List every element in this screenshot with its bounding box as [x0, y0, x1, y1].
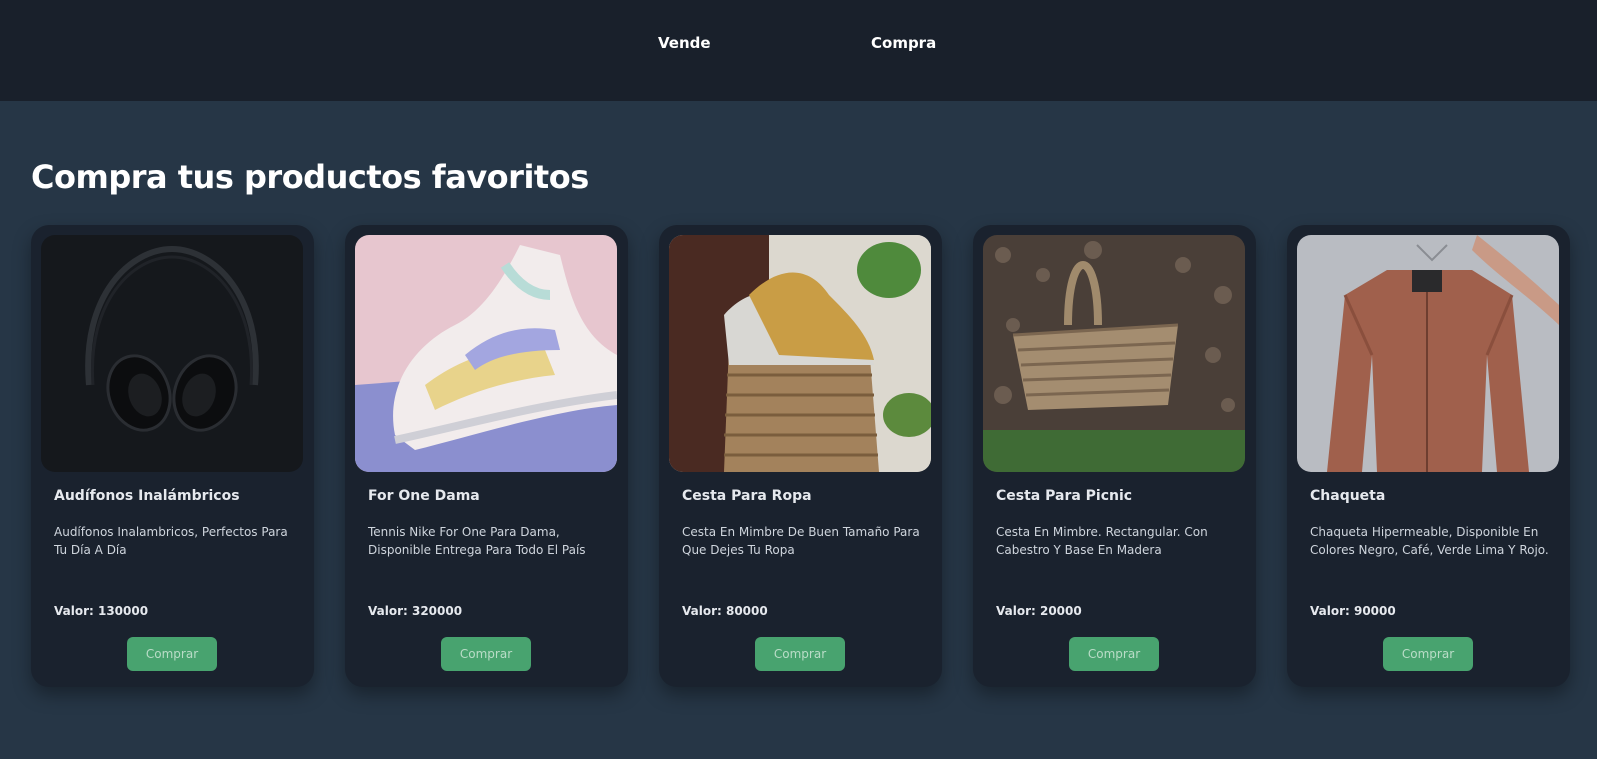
product-price: Valor: 80000: [682, 604, 768, 618]
product-card: Cesta Para Ropa Cesta En Mimbre De Buen …: [659, 225, 942, 687]
jacket-photo: [1297, 235, 1559, 472]
buy-button[interactable]: Comprar: [1383, 637, 1473, 671]
product-card: For One Dama Tennis Nike For One Para Da…: [345, 225, 628, 687]
buy-button[interactable]: Comprar: [441, 637, 531, 671]
product-card: Chaqueta Chaqueta Hipermeable, Disponibl…: [1287, 225, 1570, 687]
product-description: Cesta En Mimbre. Rectangular. Con Cabest…: [996, 525, 1208, 557]
nav-link-compra[interactable]: Compra: [871, 34, 936, 52]
page-title: Compra tus productos favoritos: [31, 158, 589, 196]
product-grid: Audífonos Inalámbricos Audífonos Inalamb…: [31, 225, 1570, 687]
product-card: Audífonos Inalámbricos Audífonos Inalamb…: [31, 225, 314, 687]
product-name: Audífonos Inalámbricos: [54, 488, 240, 504]
buy-button[interactable]: Comprar: [127, 637, 217, 671]
product-price: Valor: 20000: [996, 604, 1082, 618]
product-card: Cesta Para Picnic Cesta En Mimbre. Recta…: [973, 225, 1256, 687]
product-description: Cesta En Mimbre De Buen Tamaño Para Que …: [682, 525, 920, 557]
laundry-basket-photo: [669, 235, 931, 472]
product-description: Audífonos Inalambricos, Perfectos Para T…: [54, 525, 288, 557]
buy-button[interactable]: Comprar: [755, 637, 845, 671]
product-name: Cesta Para Picnic: [996, 488, 1133, 504]
product-name: Cesta Para Ropa: [682, 488, 812, 504]
product-name: For One Dama: [368, 488, 480, 504]
buy-button[interactable]: Comprar: [1069, 637, 1159, 671]
headphones-photo: [41, 235, 303, 472]
top-navbar: Vende Compra: [0, 0, 1597, 101]
product-price: Valor: 130000: [54, 604, 149, 618]
picnic-basket-photo: [983, 235, 1245, 472]
product-description: Tennis Nike For One Para Dama, Disponibl…: [368, 525, 586, 557]
product-price: Valor: 90000: [1310, 604, 1396, 618]
sneakers-photo: [355, 235, 617, 472]
nav-link-vende[interactable]: Vende: [658, 34, 711, 52]
product-name: Chaqueta: [1310, 488, 1386, 504]
product-description: Chaqueta Hipermeable, Disponible En Colo…: [1310, 525, 1549, 557]
product-price: Valor: 320000: [368, 604, 463, 618]
